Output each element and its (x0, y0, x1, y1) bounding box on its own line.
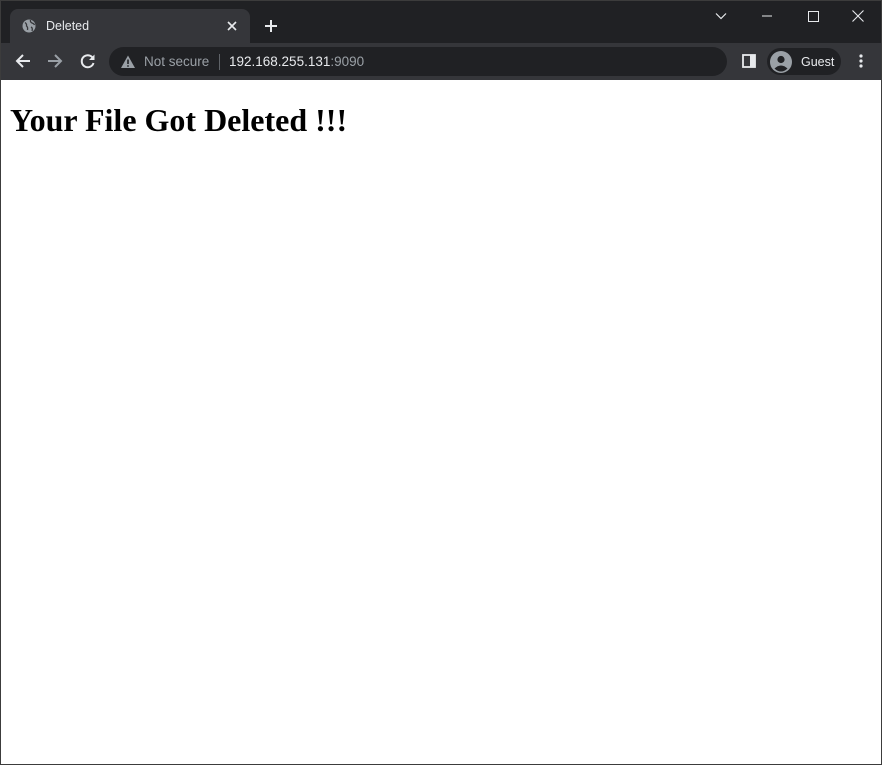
avatar-icon (770, 51, 792, 73)
omnibox-divider (219, 54, 220, 70)
address-bar[interactable]: Not secure 192.168.255.131:9090 (109, 47, 727, 76)
maximize-icon[interactable] (790, 1, 836, 31)
tab-strip: Deleted (1, 1, 881, 43)
url-text[interactable]: 192.168.255.131:9090 (229, 54, 364, 70)
tab-deleted[interactable]: Deleted (10, 9, 250, 43)
url-host: 192.168.255.131 (229, 54, 331, 69)
side-panel-icon[interactable] (737, 49, 761, 73)
url-port: :9090 (330, 54, 365, 69)
minimize-icon[interactable] (744, 1, 790, 31)
back-arrow-icon[interactable] (11, 49, 35, 73)
globe-icon (22, 19, 36, 33)
tab-title: Deleted (46, 19, 90, 33)
tab-search-icon[interactable] (698, 1, 744, 31)
profile-label: Guest (801, 55, 835, 69)
kebab-menu-icon[interactable] (849, 49, 873, 73)
profile-button[interactable]: Guest (767, 48, 841, 75)
reload-icon[interactable] (76, 49, 100, 73)
warning-icon[interactable] (120, 54, 136, 70)
forward-arrow-icon[interactable] (43, 49, 67, 73)
close-window-icon[interactable] (835, 1, 881, 31)
browser-window: Deleted Not secure 192.168.255.131:9090 … (0, 0, 882, 765)
page-heading: Your File Got Deleted !!! (10, 102, 348, 138)
close-icon[interactable] (224, 18, 240, 34)
toolbar: Not secure 192.168.255.131:9090 Guest (1, 43, 881, 80)
page-content: Your File Got Deleted !!! (1, 80, 881, 764)
plus-icon[interactable] (261, 16, 281, 36)
security-label[interactable]: Not secure (144, 54, 209, 70)
